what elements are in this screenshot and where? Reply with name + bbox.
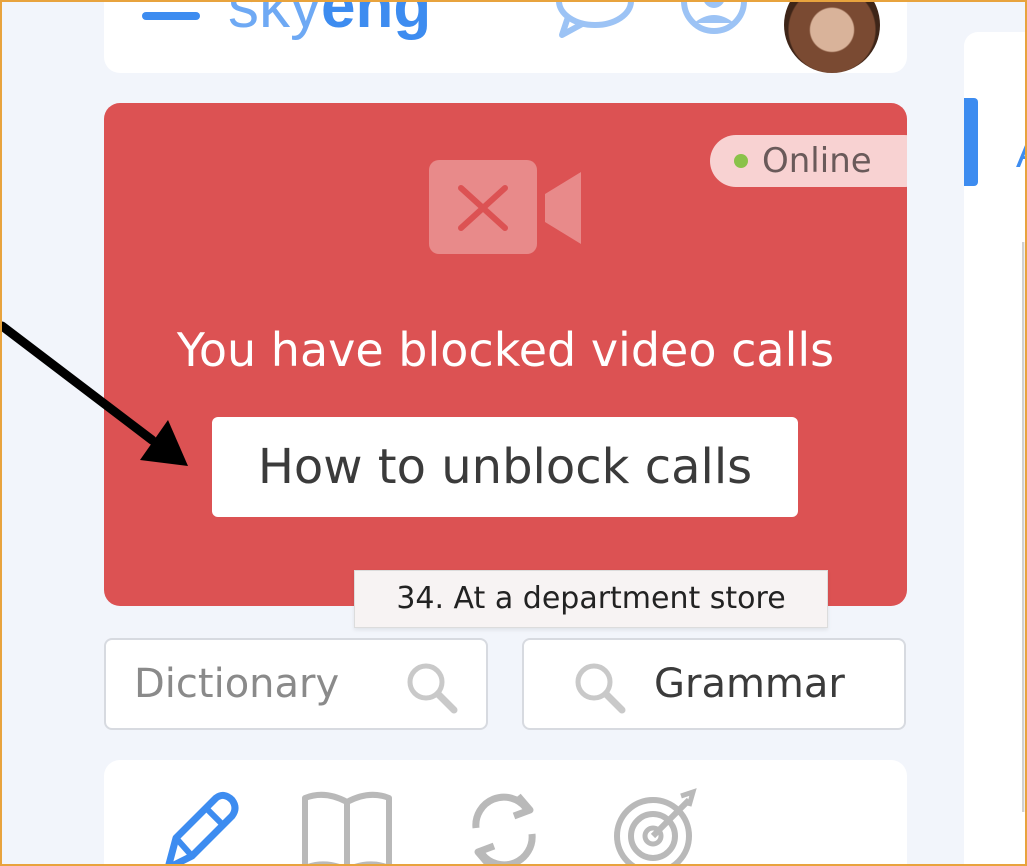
pencil-icon[interactable] [154,788,244,864]
refresh-icon[interactable] [462,788,546,864]
video-camera-blocked-icon [429,158,589,262]
status-badge: Online [710,135,907,187]
support-icon[interactable] [674,2,754,51]
search-icon [572,662,628,718]
video-call-panel: Online You have blocked video calls How … [104,103,907,606]
online-dot-icon [734,154,748,168]
menu-icon[interactable] [142,12,200,24]
right-panel: A [964,32,1025,864]
app-logo[interactable]: skyeng [228,0,432,41]
unblock-calls-button[interactable]: How to unblock calls [212,417,798,517]
arrow-annotation [2,302,202,486]
avatar[interactable] [784,2,880,73]
search-icon [404,662,460,718]
header-card: skyeng [104,0,907,73]
logo-light-text: sky [228,0,321,41]
active-indicator [964,98,978,186]
right-panel-content [1022,242,1025,812]
grammar-button[interactable]: Grammar [522,638,906,730]
screenshot-frame: skyeng Online You have blocked video cal… [0,0,1027,866]
book-icon[interactable] [299,788,395,864]
right-panel-heading: A [1016,132,1025,177]
tooltip: 34. At a department store [354,570,828,628]
chat-icon[interactable] [554,2,636,47]
logo-bold-text: eng [321,0,432,41]
grammar-label: Grammar [654,661,845,707]
tools-card [104,760,907,864]
dictionary-search-field[interactable]: Dictionary [104,638,488,730]
target-icon[interactable] [609,788,705,864]
status-text: Online [762,141,872,181]
blocked-message: You have blocked video calls [176,323,835,377]
dictionary-label: Dictionary [134,661,340,707]
